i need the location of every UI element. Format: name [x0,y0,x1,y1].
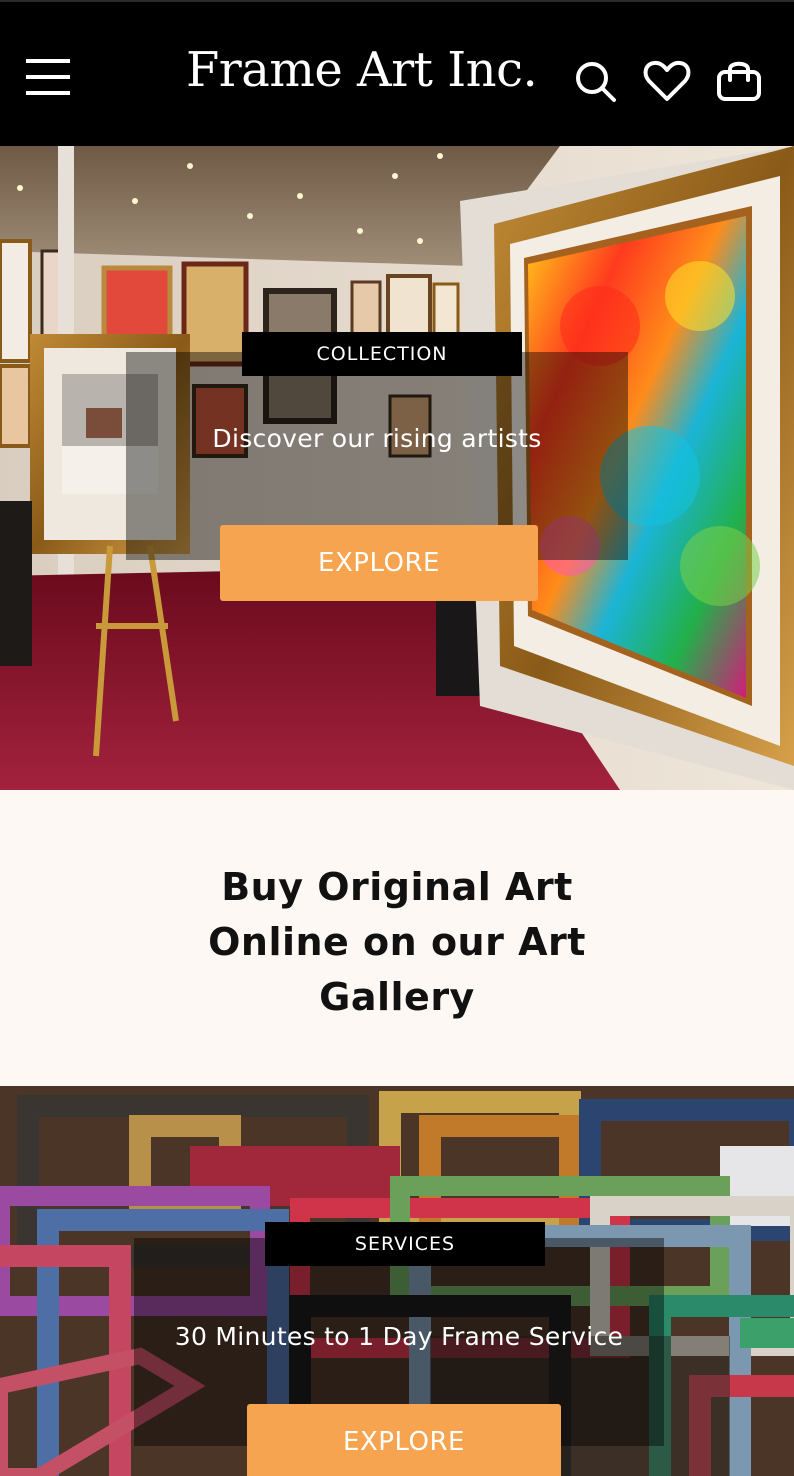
explore-services-button[interactable]: EXPLORE [247,1404,561,1476]
explore-collection-button[interactable]: EXPLORE [220,525,538,601]
headline-line: Gallery [319,975,475,1019]
page-headline: Buy Original Art Online on our Art Galle… [0,860,794,1025]
bag-icon[interactable] [714,56,764,106]
brand-logo[interactable]: Frame Art Inc. [186,42,538,100]
collection-subtitle: Discover our rising artists [212,424,542,453]
headline-line: Online on our Art [208,920,586,964]
services-subtitle: 30 Minutes to 1 Day Frame Service [174,1322,624,1351]
headline-line: Buy Original Art [221,865,573,909]
heart-icon[interactable] [642,56,692,106]
hero-collection: COLLECTION Discover our rising artists E… [0,146,794,790]
search-icon[interactable] [570,56,620,106]
services-tag: SERVICES [265,1222,545,1266]
site-header: Frame Art Inc. [0,0,794,146]
menu-icon[interactable] [26,57,72,97]
hero-services: SERVICES 30 Minutes to 1 Day Frame Servi… [0,1086,794,1476]
collection-tag: COLLECTION [242,332,522,376]
